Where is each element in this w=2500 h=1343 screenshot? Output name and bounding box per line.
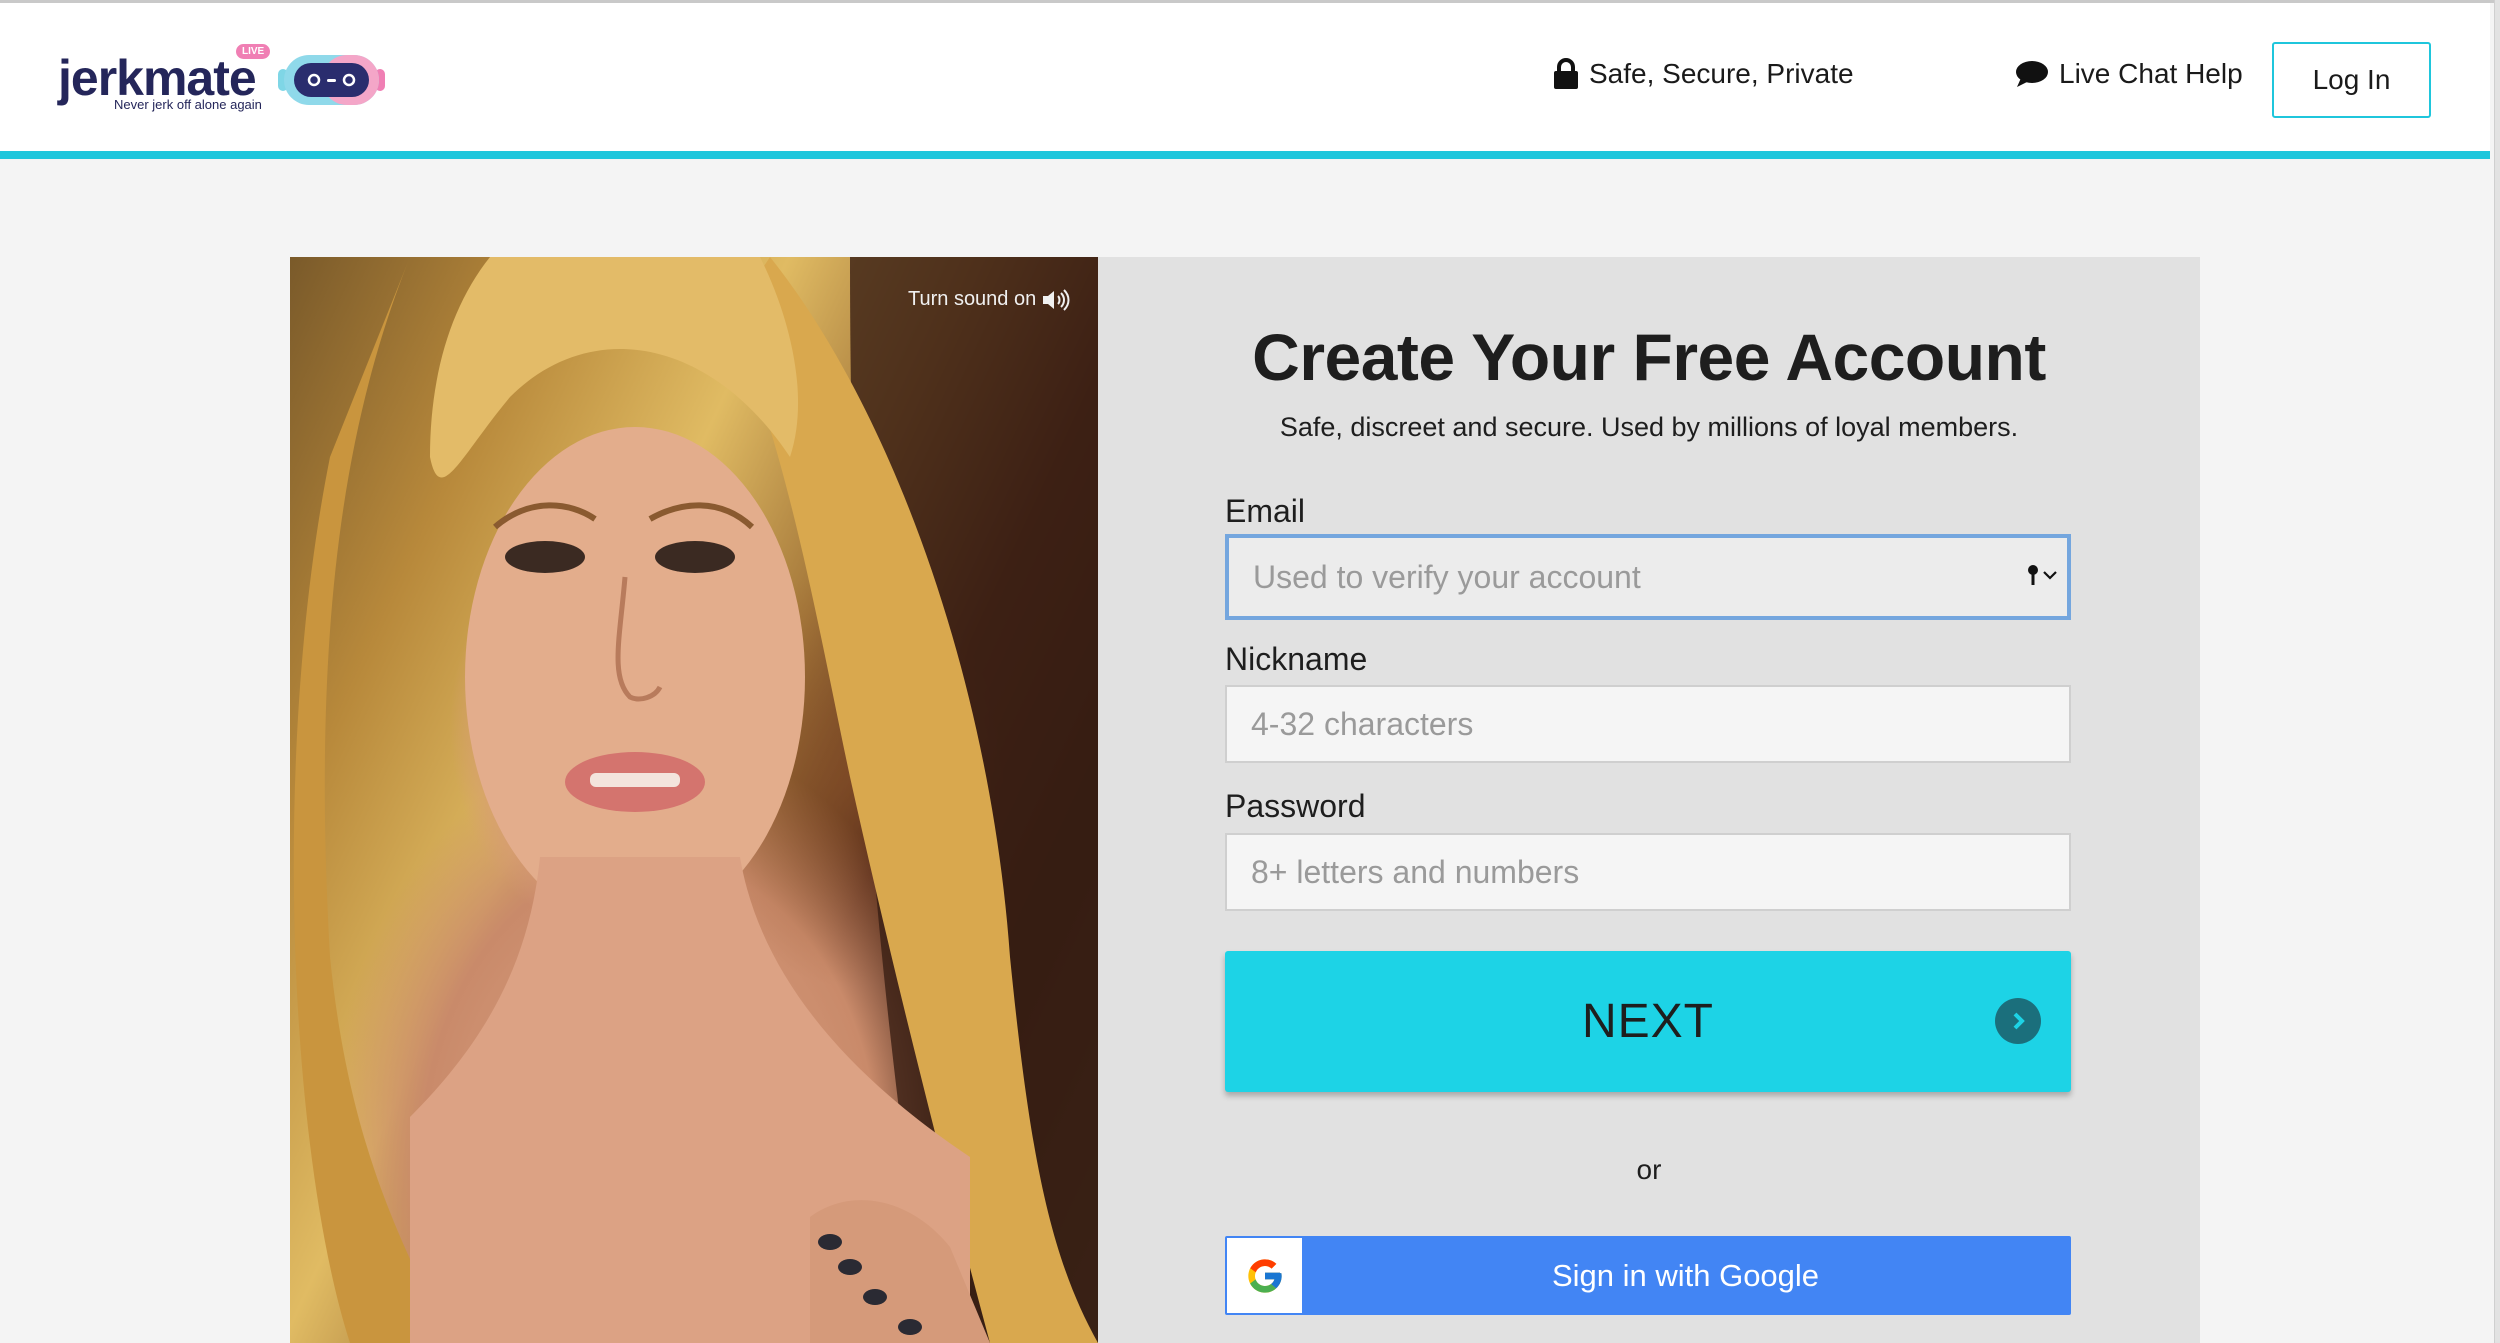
live-badge: LIVE (236, 44, 271, 59)
form-subtitle: Safe, discreet and secure. Used by milli… (1279, 412, 2019, 442)
sound-label: Turn sound on (908, 288, 1037, 310)
next-button[interactable]: NEXT (1225, 951, 2071, 1092)
password-label: Password (1225, 788, 1366, 824)
secure-label: Safe, Secure, Private (1589, 58, 1854, 89)
speaker-icon (1043, 288, 1070, 311)
brand-logo[interactable]: jerkmate LIVE Never jerk off alone again (58, 43, 388, 118)
nickname-label: Nickname (1225, 641, 1368, 677)
live-chat-link[interactable]: Live Chat Help (2015, 58, 2243, 90)
key-icon (2028, 565, 2038, 585)
password-field[interactable] (1225, 833, 2071, 911)
video-frame (293, 257, 1098, 1343)
form-title: Create Your Free Account (1252, 320, 2046, 394)
header-accent-bar (0, 151, 2490, 159)
chevron-down-icon (2043, 571, 2057, 580)
password-manager-button[interactable] (2026, 564, 2058, 586)
google-signin-label: Sign in with Google (1551, 1257, 1820, 1293)
window-scrollbar[interactable] (2494, 0, 2500, 1343)
speech-bubble-icon (2016, 61, 2048, 87)
signup-form: Create Your Free Account Safe, discreet … (1098, 257, 2200, 1343)
site-header: jerkmate LIVE Never jerk off alone again… (0, 3, 2490, 153)
secure-notice: Safe, Secure, Private (1553, 58, 1854, 90)
robot-mascot-icon (278, 55, 385, 105)
chevron-right-circle-icon (1995, 998, 2041, 1044)
promo-video[interactable] (290, 257, 1098, 1343)
brand-tagline: Never jerk off alone again (114, 97, 262, 112)
page: jerkmate LIVE Never jerk off alone again… (0, 0, 2500, 1343)
email-label: Email (1225, 493, 1306, 529)
nickname-field[interactable] (1225, 685, 2071, 763)
lock-icon (1554, 58, 1578, 89)
google-g-icon (1227, 1238, 1302, 1313)
login-button[interactable]: Log In (2272, 42, 2431, 118)
sound-toggle[interactable]: Turn sound on (908, 288, 1070, 311)
email-field[interactable] (1225, 534, 2071, 620)
next-label: NEXT (1581, 995, 1714, 1048)
or-divider: or (1636, 1154, 1662, 1185)
google-signin-button[interactable]: Sign in with Google (1225, 1236, 2071, 1315)
live-chat-label: Live Chat Help (2059, 58, 2243, 89)
